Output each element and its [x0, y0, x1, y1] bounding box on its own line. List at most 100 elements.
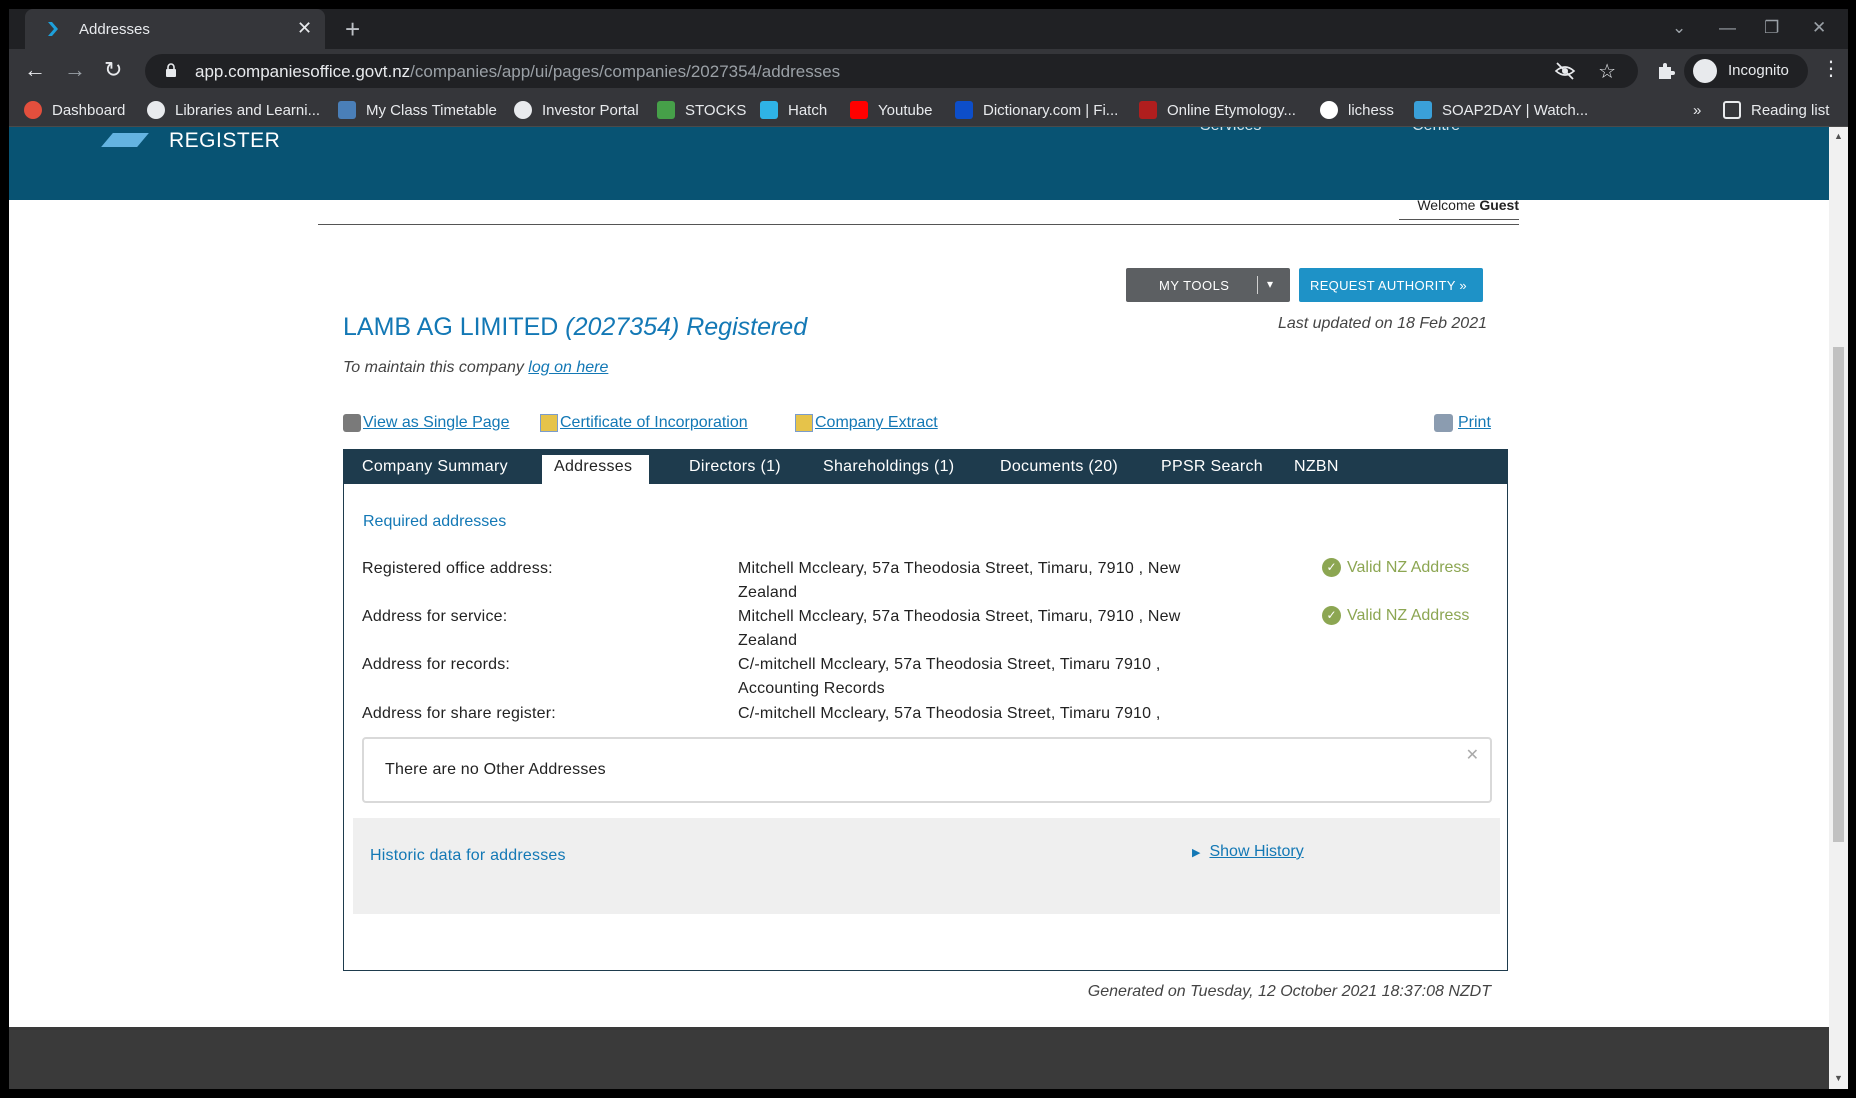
banner-nav-centre[interactable]: Centre — [1412, 127, 1460, 135]
incognito-label: Incognito — [1728, 62, 1789, 79]
valid-address-badge: ✓ Valid NZ Address — [1322, 558, 1469, 577]
bookmark-etymology[interactable]: Online Etymology... — [1139, 101, 1296, 119]
my-tools-button[interactable]: MY TOOLS ▾ — [1126, 268, 1290, 302]
browser-toolbar: ← → ↻ app.companiesoffice.govt.nz/compan… — [9, 49, 1848, 93]
welcome-message: Welcome Guest — [1417, 197, 1519, 213]
bookmark-lichess[interactable]: lichess — [1320, 101, 1394, 119]
tab-directors[interactable]: Directors (1) — [689, 449, 781, 484]
chart-icon — [657, 101, 675, 119]
banner-nav-services[interactable]: Services — [1200, 127, 1261, 135]
maintain-note: To maintain this company log on here — [343, 359, 609, 376]
bookmarks-bar: Dashboard Libraries and Learni... My Cla… — [9, 93, 1848, 127]
address-value: Mitchell Mccleary, 57a Theodosia Street,… — [738, 560, 1181, 601]
dictionary-icon — [955, 101, 973, 119]
request-authority-button[interactable]: REQUEST AUTHORITY » — [1299, 268, 1483, 302]
scroll-down-icon[interactable]: ▼ — [1834, 1073, 1843, 1083]
tab-company-summary[interactable]: Company Summary — [362, 449, 508, 484]
lock-icon[interactable] — [165, 63, 177, 78]
address-value: Mitchell Mccleary, 57a Theodosia Street,… — [738, 608, 1181, 649]
bookmark-investor-portal[interactable]: Investor Portal — [514, 101, 639, 119]
bookmark-dashboard[interactable]: Dashboard — [24, 101, 125, 119]
my-tools-label: MY TOOLS — [1159, 278, 1230, 293]
hatch-icon — [760, 101, 778, 119]
extensions-puzzle-icon[interactable] — [1656, 61, 1676, 81]
address-value: C/-mitchell Mccleary, 57a Theodosia Stre… — [738, 656, 1161, 697]
site-favicon-icon — [48, 22, 58, 36]
valid-address-badge: ✓ Valid NZ Address — [1322, 606, 1469, 625]
historic-heading: Historic data for addresses — [370, 847, 566, 864]
restore-button[interactable]: ❐ — [1764, 19, 1779, 37]
tab-shareholdings[interactable]: Shareholdings (1) — [823, 449, 954, 484]
page-viewport: REGISTER Services Centre Welcome Guest M… — [9, 127, 1829, 1089]
welcome-user: Guest — [1479, 197, 1519, 213]
required-addresses-heading: Required addresses — [363, 513, 507, 530]
scrollbar-thumb[interactable] — [1833, 347, 1844, 842]
tab-search-icon[interactable]: ⌄ — [1672, 19, 1686, 37]
print-link[interactable]: Print — [1434, 414, 1491, 432]
bookmark-dictionary[interactable]: Dictionary.com | Fi... — [955, 101, 1118, 119]
scroll-up-icon[interactable]: ▲ — [1834, 131, 1843, 141]
site-footer — [9, 1027, 1829, 1089]
extract-icon — [795, 414, 813, 432]
tab-nzbn[interactable]: NZBN — [1294, 449, 1339, 484]
address-label: Registered office address: — [362, 560, 553, 577]
bookmark-soap2day[interactable]: SOAP2DAY | Watch... — [1414, 101, 1588, 119]
bookmark-youtube[interactable]: Youtube — [850, 101, 933, 119]
historic-data-section: Historic data for addresses ▶ Show Histor… — [353, 818, 1500, 914]
banner-register-text: REGISTER — [169, 129, 281, 152]
welcome-divider — [318, 224, 1519, 225]
browser-menu-icon[interactable]: ⋮ — [1821, 59, 1841, 79]
back-button[interactable]: ← — [24, 59, 46, 81]
show-history-link[interactable]: ▶ Show History — [1192, 843, 1304, 861]
bookmark-libraries[interactable]: Libraries and Learni... — [147, 101, 320, 119]
url-text[interactable]: app.companiesoffice.govt.nz/companies/ap… — [195, 62, 840, 82]
browser-tab[interactable]: Addresses ✕ — [25, 9, 325, 49]
bookmark-timetable[interactable]: My Class Timetable — [338, 101, 497, 119]
binoculars-icon — [343, 414, 361, 432]
view-single-page-link[interactable]: View as Single Page — [343, 414, 509, 432]
globe-icon — [147, 101, 165, 119]
globe-icon — [514, 101, 532, 119]
triangle-right-icon: ▶ — [1192, 846, 1201, 859]
bookmark-star-icon[interactable]: ☆ — [1598, 59, 1616, 84]
check-circle-icon: ✓ — [1322, 558, 1341, 577]
page-scrollbar[interactable]: ▲ ▼ — [1829, 127, 1848, 1089]
company-extract-link[interactable]: Company Extract — [795, 414, 938, 432]
close-window-button[interactable]: ✕ — [1812, 19, 1826, 37]
bookmark-hatch[interactable]: Hatch — [760, 101, 827, 119]
tab-addresses[interactable]: Addresses — [542, 455, 649, 484]
reload-button[interactable]: ↻ — [104, 59, 122, 81]
youtube-icon — [850, 101, 868, 119]
soap2day-icon — [1414, 101, 1432, 119]
certificate-icon — [540, 414, 558, 432]
lichess-icon — [1320, 101, 1338, 119]
bookmarks-overflow-button[interactable]: » — [1693, 101, 1701, 119]
other-addresses-notice: There are no Other Addresses ✕ — [362, 737, 1492, 803]
addresses-panel: Required addresses Registered office add… — [343, 484, 1508, 971]
minimize-button[interactable]: — — [1719, 19, 1736, 37]
check-circle-icon: ✓ — [1322, 606, 1341, 625]
chevron-down-icon[interactable]: ▾ — [1267, 277, 1273, 291]
address-value: C/-mitchell Mccleary, 57a Theodosia Stre… — [738, 705, 1161, 722]
new-tab-button[interactable]: + — [345, 16, 360, 42]
address-bar[interactable]: app.companiesoffice.govt.nz/companies/ap… — [145, 54, 1638, 88]
address-label: Address for records: — [362, 656, 511, 673]
welcome-underline — [1399, 219, 1519, 220]
incognito-profile-button[interactable]: Incognito — [1684, 54, 1808, 88]
certificate-link[interactable]: Certificate of Incorporation — [540, 414, 748, 432]
tab-close-icon[interactable]: ✕ — [297, 19, 312, 37]
tab-documents[interactable]: Documents (20) — [1000, 449, 1118, 484]
address-label: Address for service: — [362, 608, 508, 625]
other-addresses-message: There are no Other Addresses — [385, 761, 606, 778]
log-on-link[interactable]: log on here — [528, 359, 608, 376]
tab-ppsr-search[interactable]: PPSR Search — [1161, 449, 1263, 484]
bookmark-stocks[interactable]: STOCKS — [657, 101, 746, 119]
site-banner: REGISTER Services Centre — [9, 127, 1829, 200]
generated-timestamp: Generated on Tuesday, 12 October 2021 18… — [1087, 983, 1491, 1000]
close-icon[interactable]: ✕ — [1466, 745, 1479, 765]
reading-list-button[interactable]: Reading list — [1723, 101, 1829, 119]
forward-button[interactable]: → — [64, 59, 86, 81]
tab-strip: Addresses ✕ + ⌄ — ❐ ✕ — [9, 9, 1848, 49]
eye-off-icon[interactable] — [1554, 60, 1576, 82]
browser-window: Addresses ✕ + ⌄ — ❐ ✕ ← → ↻ app.companie… — [9, 9, 1848, 1089]
